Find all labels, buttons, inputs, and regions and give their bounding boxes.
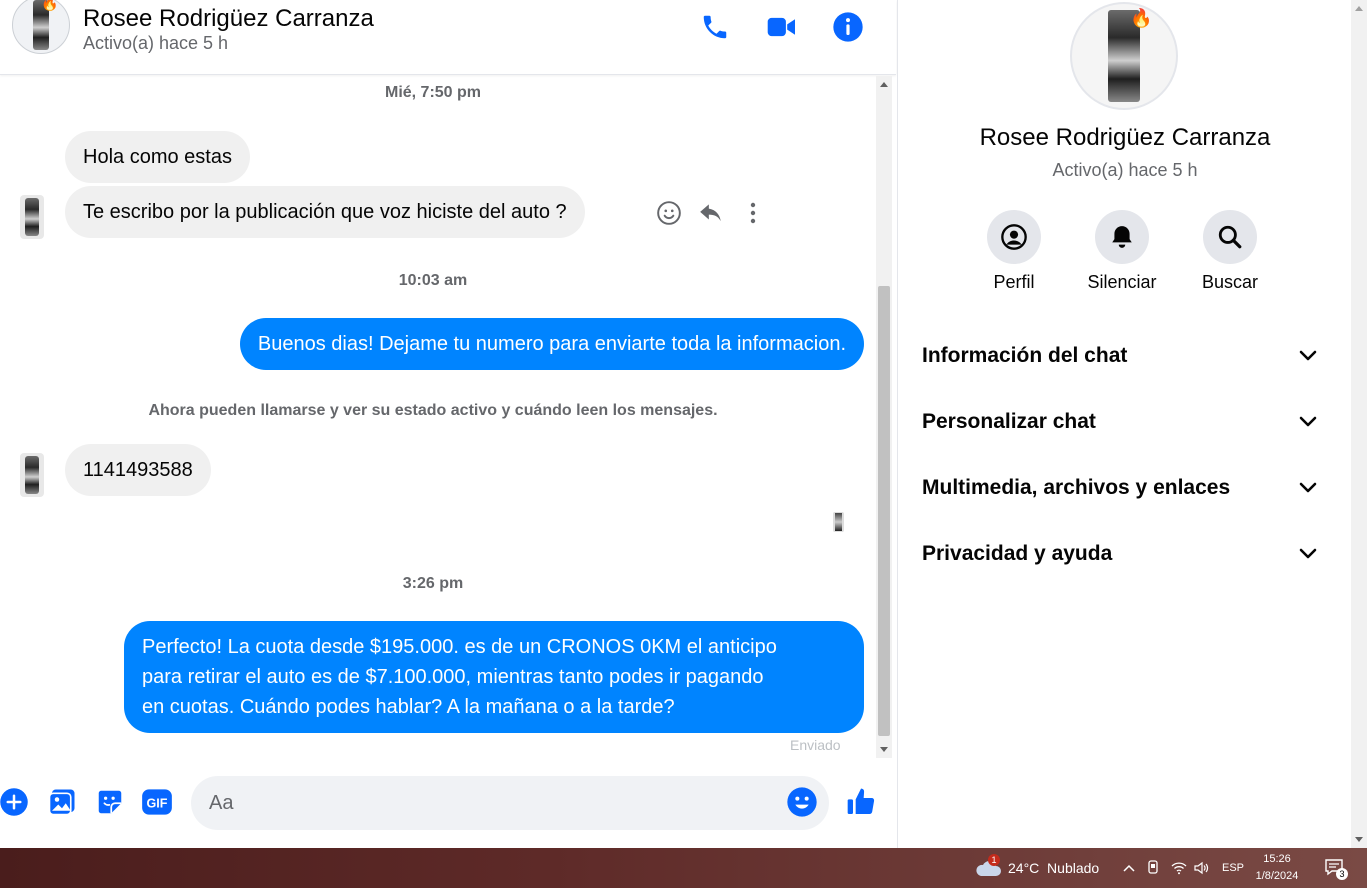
profile-icon[interactable]	[987, 210, 1041, 264]
search-icon[interactable]	[1203, 210, 1257, 264]
more-options-icon[interactable]	[738, 198, 768, 228]
timestamp: 10:03 am	[398, 272, 468, 289]
scroll-down-arrow[interactable]	[1355, 837, 1363, 842]
timestamp: 3:26 pm	[402, 575, 464, 592]
weather-widget[interactable]: 1 24°C Nublado	[974, 848, 1099, 888]
clock-time: 15:26	[1263, 853, 1291, 865]
message-line: en cuotas. Cuándo podes hablar? A la mañ…	[142, 696, 675, 718]
scroll-up-arrow[interactable]	[880, 82, 888, 87]
conversation-info-panel: 🔥 Rosee Rodrigüez Carranza Activo(a) hac…	[897, 0, 1351, 848]
chat-window: 🔥 Rosee Rodrigüez Carranza Activo(a) hac…	[0, 0, 896, 848]
section-label: Multimedia, archivos y enlaces	[922, 476, 1231, 499]
image-icon[interactable]	[46, 786, 78, 818]
emoji-icon[interactable]	[786, 786, 818, 818]
windows-taskbar: 1 24°C Nublado ESP 15:26 1/8/2024 3	[0, 848, 1367, 888]
section-chat-info[interactable]: Información del chat	[910, 328, 1330, 384]
scroll-down-arrow[interactable]	[880, 747, 888, 752]
clock-date: 1/8/2024	[1255, 870, 1299, 882]
gif-icon[interactable]: GIF	[141, 786, 173, 818]
outgoing-message[interactable]: Buenos dias! Dejame tu numero para envia…	[239, 318, 864, 370]
contact-name[interactable]: Rosee Rodrigüez Carranza	[83, 5, 374, 33]
incoming-message[interactable]: Te escribo por la publicación que voz hi…	[65, 186, 585, 238]
flame-icon: 🔥	[1130, 8, 1153, 28]
notifications-icon[interactable]: 3	[1324, 848, 1348, 888]
contact-status: Activo(a) hace 5 h	[83, 33, 229, 53]
outgoing-message[interactable]: Perfecto! La cuota desde $195.000. es de…	[124, 621, 864, 733]
section-label: Privacidad y ayuda	[922, 542, 1113, 565]
section-label: Personalizar chat	[922, 410, 1096, 433]
flame-icon: 🔥	[41, 0, 59, 11]
chat-notice: Ahora pueden llamarse y ver su estado ac…	[148, 402, 718, 419]
gif-label: GIF	[147, 797, 168, 811]
profile-status: Activo(a) hace 5 h	[1052, 160, 1198, 180]
volume-icon[interactable]	[1193, 848, 1209, 888]
chat-header: 🔥 Rosee Rodrigüez Carranza Activo(a) hac…	[0, 0, 896, 75]
like-thumb-icon[interactable]	[845, 786, 877, 818]
chevron-down-icon	[1299, 416, 1317, 427]
contact-avatar[interactable]: 🔥	[12, 0, 70, 54]
composer: GIF	[0, 770, 896, 836]
panel-scrollbar[interactable]	[1351, 0, 1367, 848]
bell-icon[interactable]	[1095, 210, 1149, 264]
phone-icon[interactable]	[698, 10, 732, 44]
cloud-icon: 1	[974, 854, 1002, 878]
sender-avatar[interactable]	[20, 453, 44, 497]
weather-badge: 1	[988, 854, 1000, 866]
chevron-up-icon[interactable]	[1122, 848, 1136, 888]
section-privacy-help[interactable]: Privacidad y ayuda	[910, 526, 1330, 582]
message-input[interactable]	[191, 776, 829, 830]
reply-icon[interactable]	[696, 198, 726, 228]
meet-icon[interactable]	[1147, 848, 1161, 888]
message-line: para retirar el auto es de $7.100.000, m…	[142, 666, 764, 688]
mute-button-label[interactable]: Silenciar	[1067, 272, 1177, 293]
scroll-thumb[interactable]	[878, 286, 890, 736]
message-list[interactable]: Mié, 7:50 pm Hola como estas Te escribo …	[0, 76, 876, 758]
video-icon[interactable]	[765, 10, 799, 44]
section-media-files-links[interactable]: Multimedia, archivos y enlaces	[910, 460, 1330, 516]
notification-count: 3	[1336, 868, 1348, 880]
chevron-down-icon	[1299, 548, 1317, 559]
read-receipt-avatar	[833, 512, 844, 532]
section-customize-chat[interactable]: Personalizar chat	[910, 394, 1330, 450]
wifi-icon[interactable]	[1171, 848, 1187, 888]
timestamp: Mié, 7:50 pm	[384, 84, 482, 101]
messages-scrollbar[interactable]	[876, 76, 892, 758]
sender-avatar[interactable]	[20, 195, 44, 239]
sent-status: Enviado	[790, 737, 841, 753]
info-icon[interactable]	[831, 10, 865, 44]
profile-button-label[interactable]: Perfil	[959, 272, 1069, 293]
search-button-label[interactable]: Buscar	[1175, 272, 1285, 293]
profile-avatar[interactable]: 🔥	[1070, 2, 1178, 110]
system-clock[interactable]: 15:26 1/8/2024	[1252, 851, 1302, 885]
incoming-message[interactable]: 1141493588	[65, 444, 211, 496]
section-label: Información del chat	[922, 344, 1128, 367]
chevron-down-icon	[1299, 482, 1317, 493]
profile-name: Rosee Rodrigüez Carranza	[979, 124, 1271, 151]
message-line: Perfecto! La cuota desde $195.000. es de…	[142, 636, 777, 658]
sticker-icon[interactable]	[94, 786, 126, 818]
scroll-up-arrow[interactable]	[1355, 6, 1363, 11]
plus-icon[interactable]	[0, 786, 30, 818]
weather-text: 24°C Nublado	[1008, 860, 1100, 876]
react-emoji-icon[interactable]	[654, 198, 684, 228]
chevron-down-icon	[1299, 350, 1317, 361]
language-indicator[interactable]: ESP	[1222, 848, 1244, 888]
incoming-message[interactable]: Hola como estas	[65, 131, 250, 183]
